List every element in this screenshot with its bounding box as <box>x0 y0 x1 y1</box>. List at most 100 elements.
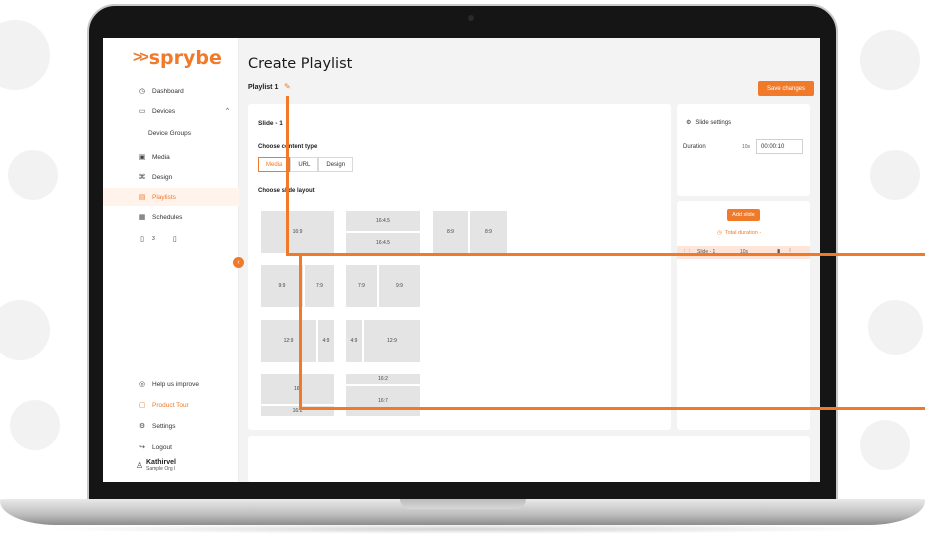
add-slide-button[interactable]: Add slide <box>727 209 760 221</box>
layout-4-9-left[interactable]: 4:9 <box>346 320 362 362</box>
sidebar-item-label: Settings <box>152 422 176 430</box>
sidebar-item-label: Product Tour <box>152 401 189 409</box>
annotation-line <box>299 407 925 410</box>
laptop-shadow <box>40 524 885 534</box>
layout-label: 12:9 <box>283 338 294 344</box>
content-type-design[interactable]: Design <box>318 157 354 172</box>
layout-9-9-right[interactable]: 9:9 <box>379 265 420 307</box>
sidebar-item-label: Design <box>152 173 173 181</box>
layout-12-9-right[interactable]: 12:9 <box>364 320 420 362</box>
sidebar-item-label: Device Groups <box>148 129 191 137</box>
layout-label: 9:9 <box>278 283 286 289</box>
logo-mark-icon: >> <box>133 49 149 66</box>
sidebar-item-dashboard[interactable]: ◷ Dashboard <box>103 82 239 100</box>
layout-label: 16:7 <box>378 398 388 404</box>
sidebar-item-design[interactable]: ⌘ Design <box>103 168 239 186</box>
sidebar-item-label: Logout <box>152 443 172 451</box>
edit-icon[interactable]: ✎ <box>284 82 291 91</box>
device-status-count: 3 <box>152 236 155 242</box>
sidebar-item-product-tour[interactable]: ▢ Product Tour <box>103 396 239 414</box>
layout-16-top[interactable]: 16: <box>261 374 334 404</box>
sidebar-item-media[interactable]: ▣ Media <box>103 148 239 166</box>
layout-label: 16:4.5 <box>376 240 390 246</box>
save-changes-button[interactable]: Save changes <box>758 81 814 96</box>
duration-label: Duration <box>683 144 706 150</box>
layout-4-9-right[interactable]: 4:9 <box>318 320 334 362</box>
media-icon: ▣ <box>138 154 146 161</box>
display-icon: ▯ <box>140 236 144 243</box>
layout-label: 4:9 <box>350 338 358 344</box>
content-type-tabs: Media URL Design <box>258 157 354 172</box>
playlist-name: Playlist 1 <box>248 84 279 91</box>
layout-label: 8:9 <box>447 229 454 235</box>
sidebar-item-schedules[interactable]: ▦ Schedules <box>103 208 239 226</box>
layout-16-4-5-bottom[interactable]: 16:4.5 <box>346 233 420 253</box>
layout-8-9-left[interactable]: 8:9 <box>433 211 468 253</box>
total-duration: ◷ Total duration - <box>717 230 761 236</box>
background-dot <box>870 150 920 200</box>
sidebar-item-logout[interactable]: ↪ Logout <box>103 438 239 456</box>
user-profile[interactable]: ♙ Kathirvel Sample Org l <box>136 459 176 472</box>
annotation-line <box>286 96 289 256</box>
device-status-row: ▯ 3 ▯ <box>103 230 239 248</box>
background-dot <box>860 30 920 90</box>
sidebar-item-settings[interactable]: ⚙ Settings <box>103 417 239 435</box>
duration-unit: 10s <box>742 144 751 150</box>
layout-7-9-right[interactable]: 7:9 <box>305 265 334 307</box>
layout-7-9-left[interactable]: 7:9 <box>346 265 377 307</box>
playlist-icon: ▤ <box>138 194 146 201</box>
layout-label: 16:4.5 <box>376 218 390 224</box>
gear-icon: ⚙ <box>138 423 146 430</box>
layout-label: 8:9 <box>485 229 492 235</box>
logo-text: sprybe <box>148 47 222 69</box>
gear-icon: ⚙ <box>686 120 692 126</box>
sidebar-item-help[interactable]: ◎ Help us improve <box>103 375 239 393</box>
layout-16-7-bottom[interactable]: 16:7 <box>346 386 420 416</box>
duration-input[interactable]: 00:00:10 <box>756 139 803 154</box>
help-icon: ◎ <box>138 381 146 388</box>
battery-icon: ▯ <box>172 236 177 243</box>
layout-16-2-top[interactable]: 16:2 <box>346 374 420 384</box>
annotation-line <box>286 253 925 256</box>
logo[interactable]: >> sprybe <box>133 47 222 69</box>
layout-label: 12:9 <box>387 338 397 344</box>
schedule-icon: ▦ <box>138 214 146 221</box>
layout-9-9-left[interactable]: 9:9 <box>261 265 303 307</box>
collapse-sidebar-button[interactable]: ‹ <box>233 257 244 268</box>
sidebar-item-label: Devices <box>152 107 176 115</box>
content-type-url[interactable]: URL <box>290 157 319 172</box>
sidebar-item-device-groups[interactable]: Device Groups <box>103 124 239 142</box>
sidebar-item-label: Dashboard <box>152 87 184 95</box>
background-dot <box>868 300 923 355</box>
layout-label: 16:2 <box>378 376 388 382</box>
layout-label: 9:9 <box>396 283 403 289</box>
dashboard-icon: ◷ <box>138 88 146 95</box>
laptop-notch <box>400 499 526 509</box>
layout-label: 7:9 <box>316 283 323 289</box>
clock-icon: ◷ <box>717 230 722 236</box>
chevron-up-icon[interactable]: ^ <box>226 108 229 114</box>
layout-12-9-left[interactable]: 12:9 <box>261 320 316 362</box>
layout-16-4-5-top[interactable]: 16:4.5 <box>346 211 420 231</box>
layout-8-9-right[interactable]: 8:9 <box>470 211 507 253</box>
background-dot <box>860 420 910 470</box>
layout-label: 7:9 <box>358 283 365 289</box>
devices-icon: ▭ <box>138 108 146 115</box>
background-dot <box>8 150 58 200</box>
layout-label: 16:9 <box>292 229 303 235</box>
background-dot <box>0 300 50 360</box>
layout-16-9[interactable]: 16:9 <box>261 211 334 253</box>
annotation-line <box>299 255 302 410</box>
sidebar-item-devices[interactable]: ▭ Devices ^ <box>103 102 239 120</box>
slide-title: Slide - 1 <box>258 120 283 127</box>
sidebar-item-label: Schedules <box>152 213 183 221</box>
layout-label: 4:9 <box>322 338 330 344</box>
sidebar-item-label: Playlists <box>152 193 176 201</box>
slide-settings-label: Slide settings <box>695 120 732 126</box>
sidebar-item-playlists[interactable]: ▤ Playlists <box>103 188 239 206</box>
page-title: Create Playlist <box>248 56 353 72</box>
slide-settings-title: ⚙ Slide settings <box>686 119 731 126</box>
lower-panel <box>248 436 810 482</box>
sidebar-item-label: Media <box>152 153 170 161</box>
logout-icon: ↪ <box>139 444 145 451</box>
